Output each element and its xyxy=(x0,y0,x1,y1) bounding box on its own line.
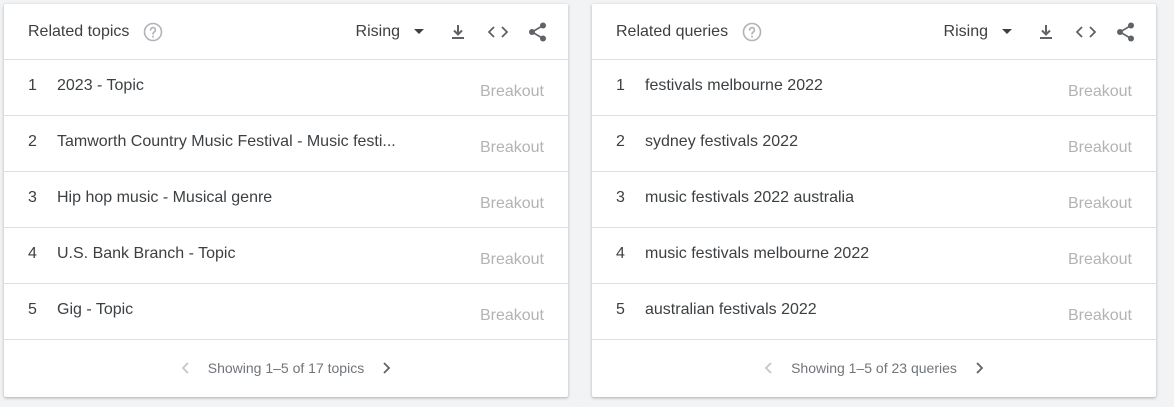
related-topics-list: 1 2023 - Topic Breakout 2 Tamworth Count… xyxy=(4,60,568,340)
row-index: 4 xyxy=(28,244,37,262)
page: Related topics Rising 1 2023 - Topic Bre… xyxy=(0,0,1174,407)
topics-pagination-text: Showing 1–5 of 17 topics xyxy=(207,360,365,376)
row-label[interactable]: Gig - Topic xyxy=(57,301,400,319)
list-item[interactable]: 5 Gig - Topic Breakout xyxy=(4,284,568,340)
row-value: Breakout xyxy=(1067,250,1132,268)
list-item[interactable]: 1 festivals melbourne 2022 Breakout xyxy=(592,60,1156,116)
list-item[interactable]: 2 sydney festivals 2022 Breakout xyxy=(592,116,1156,172)
row-index: 4 xyxy=(616,244,625,262)
related-queries-title: Related queries xyxy=(616,22,729,40)
queries-embed-button[interactable] xyxy=(1066,12,1106,52)
row-index: 3 xyxy=(616,188,625,206)
related-topics-title: Related topics xyxy=(28,22,130,40)
topics-share-button[interactable] xyxy=(518,12,558,52)
help-circle-icon[interactable] xyxy=(742,22,762,42)
row-index: 5 xyxy=(616,300,625,318)
row-value: Breakout xyxy=(479,82,544,100)
list-item[interactable]: 4 U.S. Bank Branch - Topic Breakout xyxy=(4,228,568,284)
related-queries-header: Related queries Rising xyxy=(592,4,1156,60)
topics-next-page-button[interactable] xyxy=(374,356,398,380)
row-value: Breakout xyxy=(1067,194,1132,212)
row-label[interactable]: sydney festivals 2022 xyxy=(645,133,988,151)
queries-filter-label: Rising xyxy=(943,22,988,40)
queries-filter-select[interactable]: Rising xyxy=(944,23,1012,41)
list-item[interactable]: 1 2023 - Topic Breakout xyxy=(4,60,568,116)
row-label[interactable]: 2023 - Topic xyxy=(57,77,400,95)
dropdown-arrow-icon xyxy=(414,29,424,34)
related-topics-header: Related topics Rising xyxy=(4,4,568,60)
row-index: 2 xyxy=(616,132,625,150)
row-label[interactable]: U.S. Bank Branch - Topic xyxy=(57,245,400,263)
chevron-right-icon xyxy=(976,362,984,374)
related-topics-card: Related topics Rising 1 2023 - Topic Bre… xyxy=(4,4,568,397)
row-label[interactable]: festivals melbourne 2022 xyxy=(645,77,988,95)
queries-pagination: Showing 1–5 of 23 queries xyxy=(592,340,1156,396)
related-queries-card: Related queries Rising 1 festivals melbo… xyxy=(592,4,1156,397)
row-index: 3 xyxy=(28,188,37,206)
row-index: 1 xyxy=(616,76,625,94)
list-item[interactable]: 2 Tamworth Country Music Festival - Musi… xyxy=(4,116,568,172)
related-queries-list: 1 festivals melbourne 2022 Breakout 2 sy… xyxy=(592,60,1156,340)
chevron-left-icon xyxy=(181,362,189,374)
row-value: Breakout xyxy=(479,306,544,324)
list-item[interactable]: 3 Hip hop music - Musical genre Breakout xyxy=(4,172,568,228)
embed-code-icon xyxy=(1075,25,1097,38)
chevron-left-icon xyxy=(764,362,772,374)
row-value: Breakout xyxy=(479,250,544,268)
list-item[interactable]: 5 australian festivals 2022 Breakout xyxy=(592,284,1156,340)
queries-share-button[interactable] xyxy=(1106,12,1146,52)
row-label[interactable]: australian festivals 2022 xyxy=(645,301,988,319)
row-label[interactable]: music festivals melbourne 2022 xyxy=(645,245,988,263)
queries-prev-page-button[interactable] xyxy=(757,356,781,380)
queries-next-page-button[interactable] xyxy=(967,356,991,380)
row-index: 5 xyxy=(28,300,37,318)
row-value: Breakout xyxy=(1067,138,1132,156)
list-item[interactable]: 4 music festivals melbourne 2022 Breakou… xyxy=(592,228,1156,284)
help-circle-icon[interactable] xyxy=(143,22,163,42)
queries-pagination-text: Showing 1–5 of 23 queries xyxy=(791,360,957,376)
queries-download-button[interactable] xyxy=(1026,12,1066,52)
row-label[interactable]: music festivals 2022 australia xyxy=(645,189,988,207)
download-icon xyxy=(1040,24,1052,39)
topics-embed-button[interactable] xyxy=(478,12,518,52)
topics-download-button[interactable] xyxy=(438,12,478,52)
row-index: 2 xyxy=(28,132,37,150)
row-value: Breakout xyxy=(1067,82,1132,100)
topics-prev-page-button[interactable] xyxy=(174,356,198,380)
topics-pagination: Showing 1–5 of 17 topics xyxy=(4,340,568,396)
row-label[interactable]: Tamworth Country Music Festival - Music … xyxy=(57,133,400,151)
row-value: Breakout xyxy=(479,138,544,156)
row-label[interactable]: Hip hop music - Musical genre xyxy=(57,189,400,207)
topics-filter-label: Rising xyxy=(355,22,400,40)
embed-code-icon xyxy=(487,25,509,38)
list-item[interactable]: 3 music festivals 2022 australia Breakou… xyxy=(592,172,1156,228)
row-value: Breakout xyxy=(479,194,544,212)
chevron-right-icon xyxy=(383,362,391,374)
share-icon xyxy=(529,22,546,41)
topics-filter-select[interactable]: Rising xyxy=(356,23,424,41)
download-icon xyxy=(452,24,464,39)
row-value: Breakout xyxy=(1067,306,1132,324)
dropdown-arrow-icon xyxy=(1002,29,1012,34)
row-index: 1 xyxy=(28,76,37,94)
share-icon xyxy=(1117,22,1134,41)
